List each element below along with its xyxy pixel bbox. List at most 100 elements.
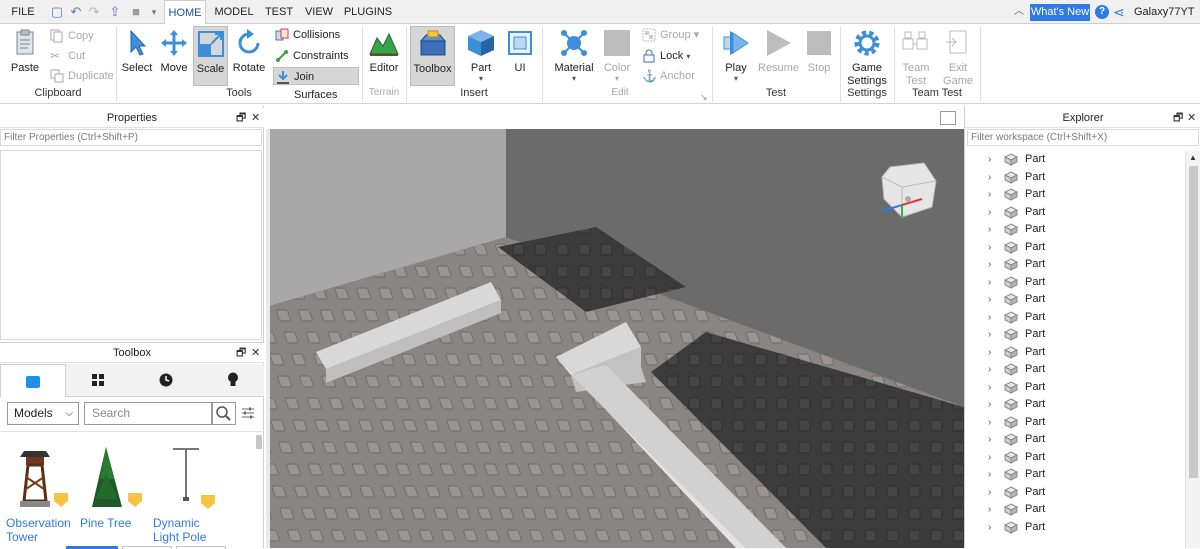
- explorer-filter-input[interactable]: Filter workspace (Ctrl+Shift+X): [967, 129, 1199, 146]
- part-button[interactable]: Part ▾: [464, 28, 498, 94]
- properties-header: Properties 🗗 ✕: [0, 108, 264, 128]
- toolbox-item-observation-tower[interactable]: Observation Tower: [6, 443, 78, 547]
- chevron-right-icon[interactable]: ›: [988, 501, 991, 518]
- chevron-right-icon[interactable]: ›: [988, 379, 991, 396]
- color-button[interactable]: Color ▾: [600, 28, 634, 94]
- exit-game-button[interactable]: Exit Game: [940, 28, 976, 87]
- stop-square-icon[interactable]: ■: [129, 5, 143, 19]
- publish-icon[interactable]: ⇪: [108, 5, 122, 19]
- undock-icon[interactable]: 🗗: [1173, 108, 1183, 128]
- game-settings-button[interactable]: Game Settings: [844, 28, 890, 87]
- paste-button[interactable]: Paste: [6, 28, 44, 84]
- toolbox-panel: Toolbox 🗗 ✕ Models ⌵ Search Observation To…: [0, 342, 264, 549]
- undo-icon[interactable]: ↶: [69, 5, 83, 19]
- edit-expand-icon[interactable]: ↘: [700, 92, 708, 103]
- gear-icon: [852, 28, 882, 58]
- cut-button[interactable]: ✂ Cut: [48, 47, 85, 65]
- redo-icon[interactable]: ↷: [87, 5, 101, 19]
- color-swatch-icon: [602, 28, 632, 58]
- team-test-icon: [901, 28, 931, 58]
- toolbox-tab-inventory[interactable]: [92, 374, 104, 386]
- lock-button[interactable]: Lock ▾: [640, 47, 690, 65]
- chevron-down-icon: ⌵: [65, 408, 73, 419]
- group-button[interactable]: Group ▾: [640, 26, 699, 44]
- chevron-right-icon[interactable]: ›: [988, 326, 991, 343]
- join-surfaces-toggle[interactable]: Join Surfaces: [273, 67, 359, 101]
- scroll-up-icon[interactable]: ▲: [1186, 153, 1200, 162]
- 3d-viewport[interactable]: [266, 107, 964, 548]
- chevron-right-icon[interactable]: ›: [988, 414, 991, 431]
- chevron-right-icon[interactable]: ›: [988, 396, 991, 413]
- anchor-button[interactable]: ⚓ Anchor: [640, 67, 695, 85]
- constraints-toggle[interactable]: Constraints: [273, 47, 359, 65]
- share-icon[interactable]: ⋖: [1113, 4, 1127, 20]
- tab-view[interactable]: VIEW: [302, 0, 336, 24]
- ui-button[interactable]: UI: [504, 28, 536, 84]
- chevron-right-icon[interactable]: ›: [988, 361, 991, 378]
- dropdown-icon[interactable]: ▾: [147, 5, 161, 19]
- resume-button[interactable]: Resume: [758, 28, 799, 84]
- tab-plugins[interactable]: PLUGINS: [342, 0, 394, 24]
- scrollbar-thumb[interactable]: [1188, 166, 1198, 478]
- toolbox-item-pine-tree[interactable]: Pine Tree: [80, 443, 152, 547]
- undock-icon[interactable]: 🗗: [236, 343, 246, 363]
- username[interactable]: Galaxy77YT ▾: [1134, 0, 1200, 42]
- tab-home[interactable]: HOME: [164, 0, 206, 25]
- toolbox-search-input[interactable]: Search: [84, 402, 212, 425]
- chevron-right-icon[interactable]: ›: [988, 291, 991, 308]
- chevron-right-icon[interactable]: ›: [988, 239, 991, 256]
- duplicate-button[interactable]: Duplicate: [48, 67, 114, 85]
- chevron-right-icon[interactable]: ›: [988, 204, 991, 221]
- chevron-right-icon[interactable]: ›: [988, 186, 991, 203]
- close-icon[interactable]: ✕: [1187, 108, 1196, 128]
- whats-new-button[interactable]: What's New: [1030, 4, 1090, 21]
- material-button[interactable]: Material ▾: [552, 28, 596, 94]
- select-button[interactable]: Select: [120, 28, 154, 84]
- explorer-panel: Explorer 🗗 ✕ Filter workspace (Ctrl+Shif…: [964, 106, 1200, 548]
- terrain-editor-button[interactable]: Editor: [366, 28, 402, 84]
- play-button[interactable]: Play ▾: [718, 28, 754, 94]
- explorer-scrollbar[interactable]: ▲: [1185, 151, 1200, 548]
- toolbox-scrollbar[interactable]: [256, 435, 262, 449]
- collapse-ribbon-icon[interactable]: ︿: [1012, 5, 1026, 19]
- search-button[interactable]: [212, 402, 236, 425]
- toolbox-tab-recent[interactable]: [159, 373, 173, 387]
- chevron-right-icon[interactable]: ›: [988, 484, 991, 501]
- undock-icon[interactable]: 🗗: [236, 108, 246, 128]
- chevron-right-icon[interactable]: ›: [988, 519, 991, 536]
- chevron-right-icon[interactable]: ›: [988, 151, 991, 168]
- team-test-button[interactable]: Team Test: [898, 28, 934, 87]
- tab-test[interactable]: TEST: [262, 0, 296, 24]
- category-select[interactable]: Models ⌵: [7, 402, 79, 425]
- close-icon[interactable]: ✕: [251, 343, 260, 363]
- rotate-button[interactable]: Rotate: [231, 28, 267, 84]
- chevron-right-icon[interactable]: ›: [988, 431, 991, 448]
- new-file-icon[interactable]: ▢: [50, 5, 64, 19]
- move-button[interactable]: Move: [158, 28, 190, 84]
- scale-button[interactable]: Scale: [193, 26, 228, 86]
- close-icon[interactable]: ✕: [251, 108, 260, 128]
- file-menu[interactable]: FILE: [6, 0, 40, 24]
- chevron-right-icon[interactable]: ›: [988, 274, 991, 291]
- viewport-maximize-icon[interactable]: [940, 111, 956, 125]
- chevron-right-icon[interactable]: ›: [988, 256, 991, 273]
- chevron-right-icon[interactable]: ›: [988, 466, 991, 483]
- toolbox-item-dynamic-light-pole[interactable]: Dynamic Light Pole: [153, 443, 225, 547]
- chevron-right-icon[interactable]: ›: [988, 449, 991, 466]
- chevron-right-icon[interactable]: ›: [988, 344, 991, 361]
- chevron-right-icon[interactable]: ›: [988, 221, 991, 238]
- view-cube[interactable]: [878, 159, 940, 221]
- part-icon: [1003, 345, 1019, 359]
- copy-button[interactable]: Copy: [48, 27, 94, 45]
- collisions-toggle[interactable]: Collisions: [273, 26, 359, 44]
- properties-filter-input[interactable]: Filter Properties (Ctrl+Shift+P): [0, 129, 262, 146]
- toolbox-button[interactable]: Toolbox: [410, 26, 455, 86]
- stop-button[interactable]: Stop: [802, 28, 836, 84]
- chevron-right-icon[interactable]: ›: [988, 309, 991, 326]
- filter-options-icon[interactable]: [241, 406, 255, 420]
- help-icon[interactable]: ?: [1095, 5, 1109, 19]
- toolbox-tab-marketplace[interactable]: [0, 364, 66, 397]
- chevron-right-icon[interactable]: ›: [988, 169, 991, 186]
- tab-model[interactable]: MODEL: [212, 0, 256, 24]
- toolbox-tab-creations[interactable]: [227, 372, 239, 388]
